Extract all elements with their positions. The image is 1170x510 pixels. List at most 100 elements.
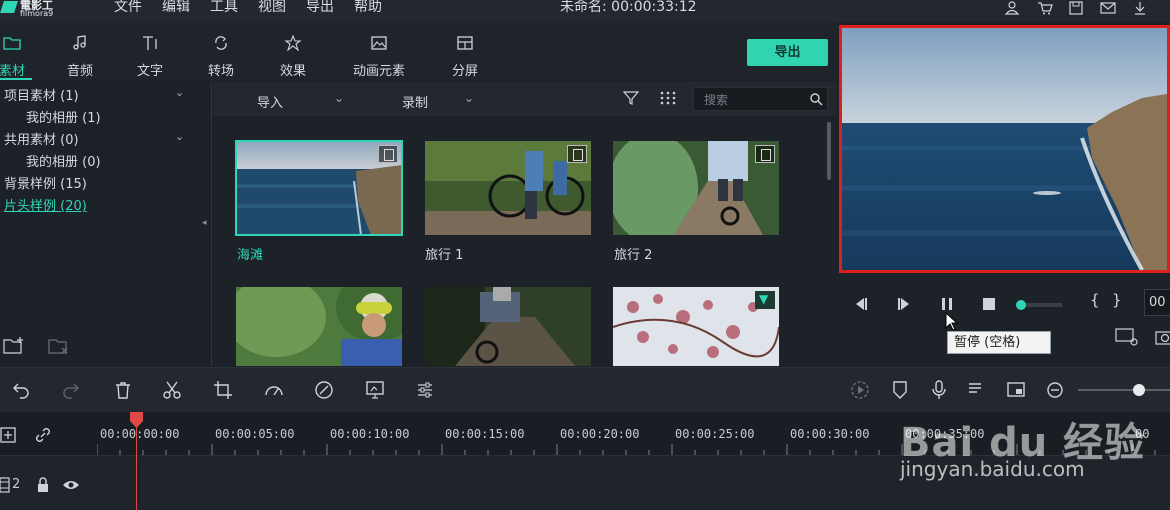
stop-button[interactable] (980, 295, 998, 313)
tab-label: 效果 (279, 64, 306, 79)
tree-my-album-0[interactable]: 我的相册 (0) (26, 151, 101, 170)
collapse-arrow-icon[interactable]: ◂ (202, 218, 207, 228)
record-dropdown[interactable]: 录制 (402, 92, 428, 111)
mark-out-icon[interactable]: } (1112, 291, 1122, 309)
search-placeholder: 搜索 (704, 93, 729, 107)
chevron-down-icon[interactable]: ⌄ (464, 91, 474, 105)
zoom-slider[interactable] (1078, 384, 1170, 396)
chevron-down-icon[interactable]: ⌄ (175, 86, 184, 99)
menu-tools[interactable]: 工具 (210, 0, 238, 14)
folder-icon (3, 35, 21, 51)
tree-my-album-1[interactable]: 我的相册 (1) (26, 107, 101, 126)
undo-icon[interactable] (11, 380, 31, 400)
delete-folder-icon[interactable] (48, 336, 70, 356)
ruler-label: 00:00:25:00 (675, 427, 755, 441)
media-scrollbar[interactable] (827, 122, 831, 180)
menu-export[interactable]: 导出 (306, 0, 334, 14)
pause-button[interactable] (938, 295, 956, 313)
previous-frame-icon[interactable] (852, 295, 870, 313)
user-icon[interactable] (1004, 1, 1020, 15)
track-number: 2 (12, 477, 21, 492)
marker-icon[interactable] (890, 380, 910, 400)
grid-view-icon[interactable] (659, 90, 677, 106)
tab-effects[interactable]: 效果 (268, 22, 318, 80)
microphone-icon[interactable] (929, 380, 949, 400)
ruler-label: 00:00:10:00 (330, 427, 410, 441)
eye-icon[interactable] (62, 477, 80, 493)
tab-text[interactable]: 文字 (125, 22, 175, 80)
zoom-out-icon[interactable] (1045, 380, 1065, 400)
green-screen-icon[interactable] (365, 380, 385, 400)
adjust-icon[interactable] (415, 380, 435, 400)
media-thumbnail-beach[interactable] (235, 140, 403, 236)
import-dropdown[interactable]: 导入 (257, 92, 283, 111)
menu-help[interactable]: 帮助 (354, 0, 382, 14)
image-icon (370, 35, 388, 51)
playhead-handle[interactable] (129, 412, 144, 428)
menu-view[interactable]: 视图 (258, 0, 286, 14)
menu-file[interactable]: 文件 (114, 0, 142, 14)
pause-tooltip: 暂停 (空格) (947, 331, 1051, 354)
add-folder-icon[interactable] (3, 336, 25, 356)
ruler-label: 00:00:05:00 (215, 427, 295, 441)
snapshot-settings-icon[interactable] (1115, 327, 1139, 347)
tree-project-media[interactable]: 项目素材 (1) (4, 85, 79, 104)
tab-elements[interactable]: 动画元素 (345, 22, 413, 80)
crop-icon[interactable] (213, 380, 233, 400)
effects-icon (284, 35, 302, 51)
save-icon[interactable] (1068, 1, 1084, 15)
watermark-url: jingyan.baidu.com (900, 457, 1085, 481)
chevron-down-icon[interactable]: ⌄ (334, 91, 344, 105)
mouse-cursor-icon (945, 312, 959, 332)
lock-icon[interactable] (36, 477, 50, 493)
media-label: 海滩 (237, 248, 264, 263)
music-note-icon (71, 35, 89, 51)
pip-icon[interactable] (1006, 380, 1026, 400)
redo-icon[interactable] (61, 380, 81, 400)
mail-icon[interactable] (1100, 1, 1116, 15)
add-track-icon[interactable] (0, 425, 18, 445)
render-icon[interactable] (850, 380, 870, 400)
logo-subtext: filmora9 (20, 9, 54, 18)
timecode-field[interactable]: 00 (1144, 289, 1170, 316)
tab-transition[interactable]: 转场 (196, 22, 246, 80)
search-icon[interactable] (809, 92, 823, 106)
tree-intro-samples[interactable]: 片头样例 (20) (4, 195, 87, 214)
tab-label: 音频 (66, 64, 93, 79)
tab-split-screen[interactable]: 分屏 (440, 22, 490, 80)
camera-icon[interactable] (1155, 327, 1170, 347)
filter-icon[interactable] (622, 90, 640, 106)
tab-audio[interactable]: 音频 (55, 22, 105, 80)
link-icon[interactable] (33, 425, 53, 445)
speed-icon[interactable] (264, 380, 284, 400)
download-badge-icon[interactable] (755, 291, 775, 309)
menu-edit[interactable]: 编辑 (162, 0, 190, 14)
progress-handle[interactable] (1016, 300, 1026, 310)
delete-icon[interactable] (113, 380, 133, 400)
export-button[interactable]: 导出 (747, 39, 828, 66)
mark-in-icon[interactable]: { (1090, 291, 1100, 309)
tree-background-samples[interactable]: 背景样例 (15) (4, 173, 87, 192)
ruler-label: 00:00:15:00 (445, 427, 525, 441)
media-label: 旅行 2 (614, 248, 653, 263)
media-thumbnail-cyclist[interactable] (236, 287, 402, 366)
search-input[interactable]: 搜索 (693, 87, 828, 111)
tree-shared-media[interactable]: 共用素材 (0) (4, 129, 79, 148)
preview-progress-slider[interactable] (1016, 300, 1062, 310)
video-preview[interactable] (839, 25, 1170, 273)
tab-media[interactable]: 素材 (0, 22, 32, 80)
media-thumbnail-travel-2[interactable] (613, 141, 779, 235)
voiceover-icon[interactable] (967, 380, 987, 400)
tab-label: 动画元素 (352, 64, 405, 79)
media-thumbnail-blossom[interactable] (613, 287, 779, 366)
color-icon[interactable] (314, 380, 334, 400)
filmora-editor-window: 電影工 filmora9 文件 编辑 工具 视图 导出 帮助 未命名: 00:0… (0, 0, 1170, 510)
download-icon[interactable] (1132, 1, 1148, 15)
cart-icon[interactable] (1037, 1, 1053, 15)
scissors-icon[interactable] (162, 380, 182, 400)
next-frame-icon[interactable] (895, 295, 913, 313)
media-thumbnail-mtb[interactable] (425, 287, 591, 366)
media-thumbnail-travel-1[interactable] (425, 141, 591, 235)
chevron-down-icon[interactable]: ⌄ (175, 130, 184, 143)
zoom-handle[interactable] (1133, 384, 1145, 396)
